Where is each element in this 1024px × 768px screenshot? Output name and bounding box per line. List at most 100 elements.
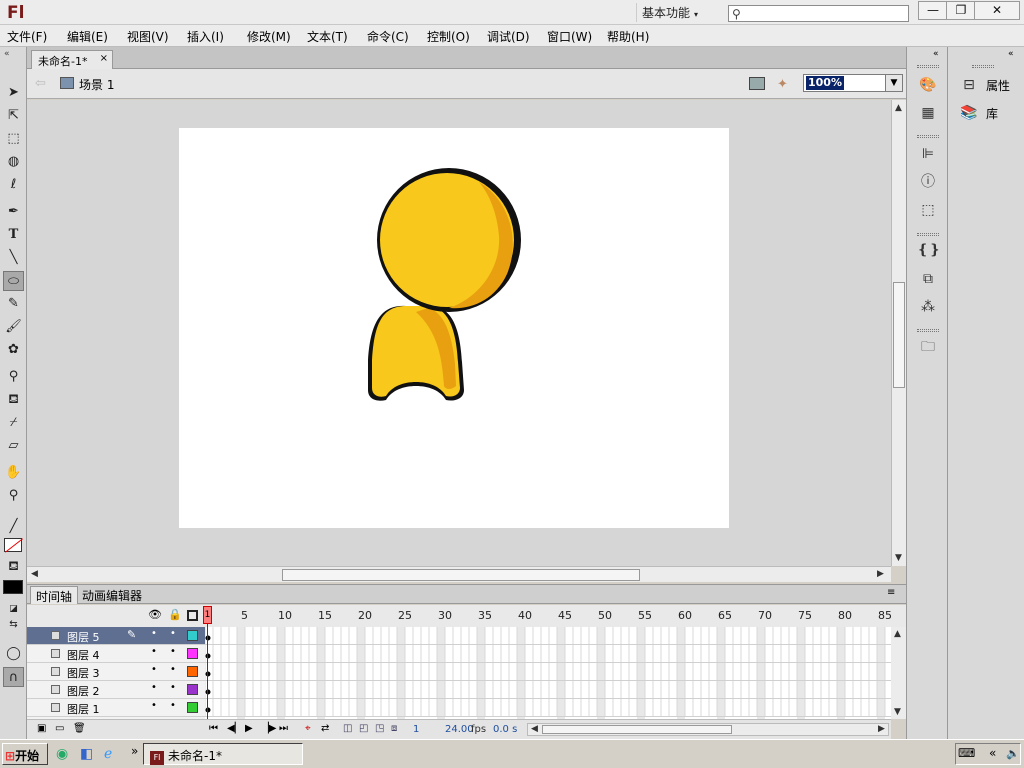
elapsed-time-readout[interactable]: 0.0 s	[493, 724, 517, 735]
menu-edit[interactable]: 编辑(E)	[67, 28, 108, 45]
back-arrow-icon[interactable]: ⇦	[35, 76, 46, 91]
pen-tool-icon[interactable]: ✒	[3, 202, 24, 222]
last-frame-icon[interactable]: ⏭	[279, 723, 288, 734]
layer-outline-color[interactable]	[187, 684, 198, 695]
ie-icon[interactable]: ℯ	[104, 746, 112, 762]
stage-horizontal-scrollbar[interactable]: ◀ ▶	[27, 566, 891, 582]
layer-outline-color[interactable]	[187, 648, 198, 659]
visibility-dot-icon[interactable]: •	[151, 664, 157, 675]
panel-grip[interactable]	[917, 329, 939, 332]
layer-row[interactable]: 图层 1 • •	[27, 699, 205, 717]
menu-file[interactable]: 文件(F)	[7, 28, 47, 45]
document-tab[interactable]: 未命名-1* ×	[31, 50, 113, 69]
visibility-dot-icon[interactable]: •	[151, 682, 157, 693]
layer-outline-color[interactable]	[187, 666, 198, 677]
paint-bucket-tool-icon[interactable]: ⛾	[3, 390, 24, 410]
object-drawing-icon[interactable]: ◯	[3, 644, 24, 664]
eyedropper-tool-icon[interactable]: ⌿	[3, 413, 24, 433]
frame-rate-readout[interactable]: 24.00	[445, 724, 474, 735]
lock-dot-icon[interactable]: •	[170, 628, 176, 639]
menu-control[interactable]: 控制(O)	[427, 28, 470, 45]
scroll-up-icon[interactable]: ▲	[895, 103, 902, 113]
color-panel-icon[interactable]: 🎨	[917, 75, 939, 95]
modify-markers-icon[interactable]: ⧈	[391, 723, 397, 734]
swatches-panel-icon[interactable]: ▦	[917, 103, 939, 123]
library-label[interactable]: 库	[986, 105, 998, 122]
panel-grip[interactable]	[972, 65, 994, 68]
menu-window[interactable]: 窗口(W)	[547, 28, 592, 45]
properties-icon[interactable]: ⊟	[958, 75, 980, 95]
timeline-horizontal-scrollbar[interactable]: ◀ ▶	[527, 723, 889, 736]
free-transform-tool-icon[interactable]: ⬚	[3, 129, 24, 149]
scroll-left-icon[interactable]: ◀	[531, 724, 538, 734]
panel-grip[interactable]	[917, 65, 939, 68]
zoom-dropdown-icon[interactable]: ▼	[885, 74, 903, 92]
layer-row[interactable]: 图层 4 • •	[27, 645, 205, 663]
hand-tool-icon[interactable]: ✋	[3, 463, 24, 483]
layer-row[interactable]: 图层 3 • •	[27, 663, 205, 681]
layer-name[interactable]: 图层 4	[67, 647, 100, 663]
collapse-icon[interactable]: «	[1008, 49, 1014, 59]
delete-layer-icon[interactable]: 🗑	[73, 723, 86, 734]
line-tool-icon[interactable]: ╲	[3, 248, 24, 268]
eraser-tool-icon[interactable]: ▱	[3, 436, 24, 456]
current-frame-readout[interactable]: 1	[413, 724, 419, 735]
3d-rotation-tool-icon[interactable]: ◍	[3, 152, 24, 172]
frame-grid[interactable]	[204, 627, 891, 719]
layer-outline-color[interactable]	[187, 630, 198, 641]
scroll-down-icon[interactable]: ▼	[895, 553, 902, 563]
panel-grip[interactable]	[917, 233, 939, 236]
info-panel-icon[interactable]: ⓘ	[917, 172, 939, 192]
layer-outline-color[interactable]	[187, 702, 198, 713]
menu-commands[interactable]: 命令(C)	[367, 28, 409, 45]
lock-dot-icon[interactable]: •	[170, 664, 176, 675]
edit-symbols-icon[interactable]: ✦	[777, 77, 788, 92]
visibility-dot-icon[interactable]: •	[151, 628, 157, 639]
new-folder-icon[interactable]: ▭	[55, 723, 64, 734]
layer-row[interactable]: 图层 5 ✎ • •	[27, 627, 205, 645]
edit-multiple-icon[interactable]: ◳	[375, 723, 384, 734]
workspace-switcher[interactable]: 基本功能 ▾	[636, 3, 712, 22]
layer-row[interactable]: 图层 2 • •	[27, 681, 205, 699]
layer-name[interactable]: 图层 2	[67, 683, 100, 699]
menu-debug[interactable]: 调试(D)	[487, 28, 530, 45]
volume-icon[interactable]: 🔈	[1006, 747, 1020, 760]
oval-tool-icon[interactable]: ⬭	[3, 271, 24, 291]
visibility-dot-icon[interactable]: •	[151, 700, 157, 711]
motion-presets-icon[interactable]: ⁂	[917, 297, 939, 317]
timeline-scroll-thumb[interactable]	[542, 725, 732, 734]
minimize-button[interactable]: —	[918, 1, 948, 20]
taskbar-item-flash[interactable]: Fl 未命名-1*	[143, 743, 303, 765]
tab-timeline[interactable]: 时间轴	[30, 586, 79, 604]
stroke-color-icon[interactable]: ╱	[3, 517, 24, 537]
panel-grip[interactable]	[917, 135, 939, 138]
visibility-dot-icon[interactable]: •	[151, 646, 157, 657]
properties-label[interactable]: 属性	[986, 77, 1010, 94]
lock-icon[interactable]: 🔒	[168, 608, 182, 621]
help-search-input[interactable]: ⚲	[728, 5, 909, 22]
eye-icon[interactable]: 👁	[148, 608, 162, 621]
outline-icon[interactable]	[187, 610, 198, 621]
stroke-color-swatch[interactable]	[4, 538, 23, 553]
close-button[interactable]: ✕	[974, 1, 1020, 20]
subselection-tool-icon[interactable]: ⇱	[3, 106, 24, 126]
step-forward-icon[interactable]: ▕▶	[261, 723, 276, 734]
menu-view[interactable]: 视图(V)	[127, 28, 169, 45]
onion-outline-icon[interactable]: ◰	[359, 723, 368, 734]
stage-vertical-scrollbar[interactable]: ▲ ▼	[891, 100, 906, 566]
menu-modify[interactable]: 修改(M)	[247, 28, 291, 45]
playhead[interactable]: 1	[203, 606, 212, 624]
layer-name[interactable]: 图层 5	[67, 629, 100, 645]
text-tool-icon[interactable]: T	[3, 225, 24, 245]
project-panel-icon[interactable]: 🗀	[917, 337, 939, 357]
scroll-down-icon[interactable]: ▼	[894, 707, 901, 717]
lock-dot-icon[interactable]: •	[170, 700, 176, 711]
selection-tool-icon[interactable]: ➤	[3, 83, 24, 103]
tray-expand-icon[interactable]: «	[989, 746, 996, 760]
scroll-left-icon[interactable]: ◀	[31, 569, 38, 579]
tab-motion-editor[interactable]: 动画编辑器	[77, 586, 147, 604]
chrome-icon[interactable]: ◉	[56, 746, 68, 762]
lock-dot-icon[interactable]: •	[170, 646, 176, 657]
deco-tool-icon[interactable]: ✿	[3, 340, 24, 360]
step-back-icon[interactable]: ◀▏	[227, 723, 242, 734]
